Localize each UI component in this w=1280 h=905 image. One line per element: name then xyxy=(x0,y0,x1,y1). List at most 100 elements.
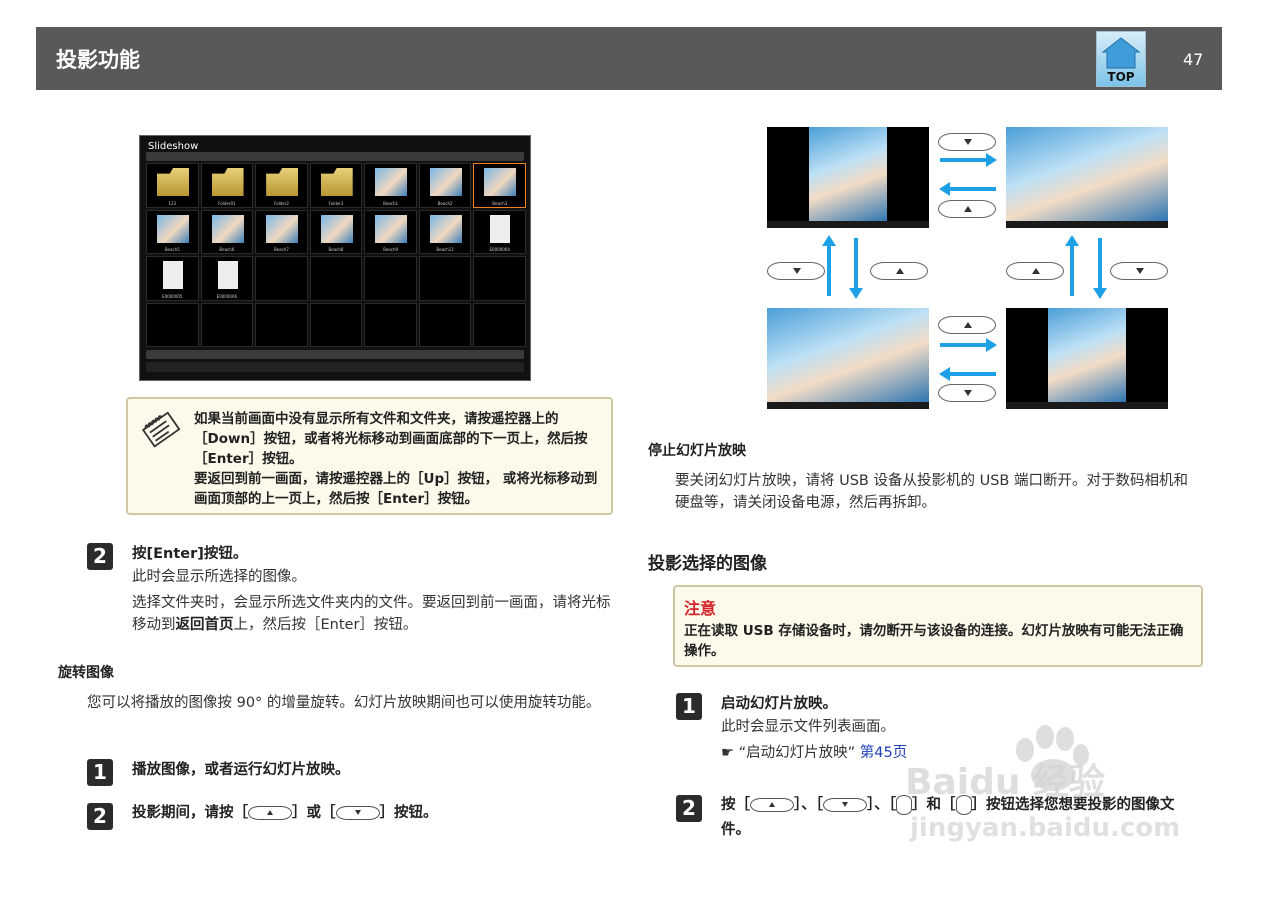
note-paragraph-2: 要返回到前一画面，请按遥控器上的［Up］按钮， 或将光标移动到画面顶部的上一页上… xyxy=(194,471,598,507)
down-key-icon xyxy=(335,806,380,820)
arrow-up-icon xyxy=(1065,235,1079,296)
section-heading: 投影选择的图像 xyxy=(648,554,767,574)
thumbnail-caption: Folder01 xyxy=(218,200,236,206)
step-body: 此时会显示所选择的图像。 xyxy=(132,569,306,585)
step-title: 投影期间，请按［ ］或［ ］按钮。 xyxy=(132,801,438,822)
grid-cell[interactable]: Beach2 xyxy=(418,163,472,208)
thumbnail-caption: E0000004 xyxy=(489,247,510,252)
grid-cell[interactable] xyxy=(200,302,254,347)
grid-cell[interactable]: Beach3 xyxy=(473,163,526,208)
step-badge: 2 xyxy=(87,803,113,830)
slideshow-bottom-bar xyxy=(146,350,524,359)
grid-cell[interactable]: Folder01 xyxy=(200,163,254,208)
grid-cell[interactable]: E0000005 xyxy=(146,256,199,301)
down-key-icon xyxy=(938,133,996,151)
grid-cell[interactable]: E0000006 xyxy=(200,256,254,301)
top-label: TOP xyxy=(1107,70,1135,84)
up-key-icon xyxy=(938,316,996,334)
thumbnail-caption: Folder3 xyxy=(328,200,344,206)
caution-text: 正在读取 USB 存储设备时，请勿断开与该设备的连接。幻灯片放映有可能无法正确操… xyxy=(684,623,1184,659)
pointing-hand-icon: ☛ xyxy=(721,745,734,761)
slideshow-screenshot: Slideshow 123 Folder01 Folder2 Folder3 Beach… xyxy=(139,135,531,381)
rotation-diagram xyxy=(760,120,1180,420)
page-title: 投影功能 xyxy=(56,48,140,72)
grid-cell[interactable] xyxy=(255,256,308,301)
step-text: ］、［ xyxy=(794,797,823,813)
memo-pencil-icon xyxy=(141,411,181,448)
folder-thumbnail-icon xyxy=(157,168,189,196)
down-key-icon xyxy=(938,384,996,402)
grid-cell[interactable]: Beach8 xyxy=(309,209,363,254)
file-thumbnail-icon xyxy=(217,261,238,289)
arrow-right-icon xyxy=(940,338,997,352)
grid-cell[interactable]: Beach6 xyxy=(200,209,254,254)
section-heading: 旋转图像 xyxy=(58,665,114,681)
step-badge: 1 xyxy=(87,759,113,786)
grid-cell[interactable] xyxy=(418,302,472,347)
grid-cell[interactable] xyxy=(418,256,472,301)
up-key-icon xyxy=(248,806,292,820)
folder-thumbnail-icon xyxy=(266,168,299,196)
watermark-brand: Baidu 经验 xyxy=(905,762,1106,803)
section-body: 要关闭幻灯片放映，请将 USB 设备从投影机的 USB 端口断开。对于数码相机和… xyxy=(675,473,1188,511)
step-body: 选择文件夹时，会显示所选文件夹内的文件。要返回到前一画面，请将光标移动到返回首页… xyxy=(132,592,612,636)
grid-cell[interactable]: Beach1 xyxy=(364,163,417,208)
grid-cell[interactable]: Beach7 xyxy=(255,209,308,254)
grid-cell[interactable]: Folder2 xyxy=(255,163,308,208)
grid-cell[interactable] xyxy=(473,256,526,301)
step-text: ］、［ xyxy=(867,797,896,813)
image-rotated-left xyxy=(767,308,929,409)
grid-cell[interactable]: Folder3 xyxy=(309,163,363,208)
thumbnail-caption: E0000005 xyxy=(162,293,183,299)
bold-term: 返回首页 xyxy=(175,617,234,633)
photo-thumbnail-icon xyxy=(157,214,189,243)
step-body: 此时会显示文件列表画面。 xyxy=(721,719,895,735)
grid-cell[interactable]: Beach5 xyxy=(146,209,199,254)
watermark-url: jingyan.baidu.com xyxy=(910,813,1181,843)
photo-thumbnail-icon xyxy=(375,168,408,196)
grid-cell[interactable] xyxy=(364,302,417,347)
up-key-icon xyxy=(870,262,928,280)
thumbnail-caption: Beach8 xyxy=(328,247,344,252)
body-text: 上，然后按［Enter］按钮。 xyxy=(233,617,418,633)
top-button[interactable]: TOP xyxy=(1096,31,1146,87)
photo-thumbnail-icon xyxy=(375,214,408,243)
slideshow-title: Slideshow xyxy=(148,141,199,152)
photo-thumbnail-icon xyxy=(429,214,462,243)
baidu-watermark: Baidu 经验 jingyan.baidu.com xyxy=(905,725,1205,855)
caution-title: 注意 xyxy=(684,599,717,618)
reference-text: “启动幻灯片放映” xyxy=(738,745,856,761)
grid-cell[interactable]: E0000004 xyxy=(473,209,526,254)
grid-cell[interactable] xyxy=(473,302,526,347)
arrow-down-icon xyxy=(1093,238,1107,299)
thumbnail-caption: Beach1 xyxy=(383,200,399,206)
down-key-icon xyxy=(823,798,867,812)
grid-cell[interactable]: Beach9 xyxy=(364,209,417,254)
thumbnail-caption: E0000006 xyxy=(216,293,238,299)
page-link[interactable]: 第45页 xyxy=(860,745,907,761)
image-upside-down xyxy=(1006,308,1168,409)
thumbnail-caption: Beach2 xyxy=(437,200,453,206)
grid-cell[interactable] xyxy=(255,302,308,347)
step-badge: 2 xyxy=(676,795,702,822)
thumbnail-caption: Beach9 xyxy=(383,247,399,252)
step-title: 启动幻灯片放映。 xyxy=(721,696,837,712)
grid-cell[interactable] xyxy=(309,256,363,301)
folder-thumbnail-icon xyxy=(320,168,353,196)
grid-cell[interactable]: Beach11 xyxy=(418,209,472,254)
photo-thumbnail-icon xyxy=(211,214,244,243)
grid-cell[interactable]: 123 xyxy=(146,163,199,208)
grid-cell[interactable] xyxy=(146,302,199,347)
step-title: 播放图像，或者运行幻灯片放映。 xyxy=(132,762,350,778)
house-icon xyxy=(1101,37,1141,69)
down-key-icon xyxy=(767,262,825,280)
image-rotated-right xyxy=(1006,127,1168,228)
note-box: 如果当前画面中没有显示所有文件和文件夹，请按遥控器上的［Down］按钮，或者将光… xyxy=(126,397,613,515)
grid-cell[interactable] xyxy=(309,302,363,347)
step-text: ］或［ xyxy=(292,805,336,821)
step-text: ］按钮。 xyxy=(379,805,438,821)
up-key-icon xyxy=(750,798,794,812)
thumbnail-caption: Beach7 xyxy=(273,247,289,252)
down-key-icon xyxy=(1110,262,1168,280)
grid-cell[interactable] xyxy=(364,256,417,301)
